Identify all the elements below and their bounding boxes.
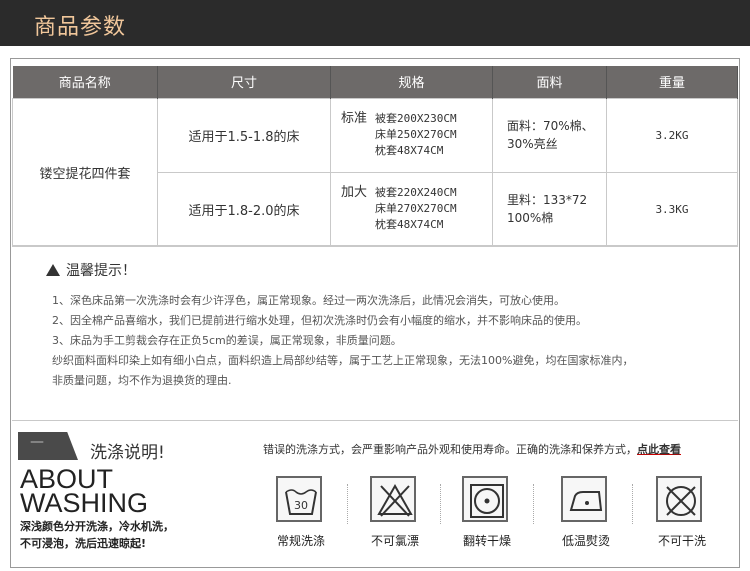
spec-cell: 标准 被套200X230CM 床单250X270CM 枕套48X74CM <box>330 97 493 173</box>
no-dry-clean-icon <box>656 476 702 522</box>
wash-title: 洗涤说明! <box>90 443 165 463</box>
spec-line: 被套200X230CM <box>375 112 457 125</box>
advice-line: 不可浸泡，洗后迅速晾起! <box>20 537 147 550</box>
spec-line: 床单270X270CM <box>375 202 457 215</box>
tip-line: 2、因全棉产品喜缩水，我们已提前进行缩水处理，但初次洗涤时仍会有小幅度的缩水，并… <box>52 314 587 327</box>
no-bleach-icon <box>370 476 416 522</box>
table-row: 镂空提花四件套 适用于1.5-1.8的床 标准 被套200X230CM 床单250X… <box>12 97 738 247</box>
divider <box>533 484 534 524</box>
weight-cell: 3.2KG <box>606 97 738 173</box>
about-line: WASHING <box>20 488 148 518</box>
warning-triangle-icon <box>46 264 60 276</box>
fabric-line: 30%亮丝 <box>507 137 558 151</box>
tip-line: 非质量问题，均不作为退换货的理由. <box>52 374 232 387</box>
spec-lines: 被套220X240CM 床单270X270CM 枕套48X74CM <box>375 185 457 233</box>
table-header-row: 商品名称 尺寸 规格 面料 重量 <box>12 66 738 98</box>
about-washing-heading: ABOUT WASHING <box>20 466 148 518</box>
col-header-weight: 重量 <box>606 66 738 98</box>
size-cell: 适用于1.5-1.8的床 <box>157 97 331 173</box>
fabric-line: 100%棉 <box>507 211 554 225</box>
tips-section: 温馨提示！ 1、深色床品第一次洗涤时会有少许浮色，属正常现象。经过一两次洗涤后，… <box>12 245 738 421</box>
banner-dash: — <box>30 434 44 450</box>
weight-cell: 3.3KG <box>606 171 738 247</box>
icon-label: 低温熨烫 <box>562 534 611 548</box>
divider <box>440 484 441 524</box>
advice-line: 深浅颜色分开洗涤，冷水机洗， <box>20 520 174 533</box>
spec-tag: 标准 <box>341 111 368 126</box>
fabric-line: 面料：70%棉、 <box>507 119 594 133</box>
col-header-size: 尺寸 <box>157 66 331 98</box>
view-details-link[interactable]: 点此查看 <box>637 443 681 456</box>
wash-note-text: 错误的洗涤方式，会严重影响产品外观和使用寿命。正确的洗涤和保养方式， <box>263 443 637 456</box>
icon-label: 不可干洗 <box>658 534 707 548</box>
divider <box>347 484 348 524</box>
header-title: 商品参数 <box>34 15 127 40</box>
tips-title: 温馨提示！ <box>46 260 136 280</box>
spec-line: 枕套48X74CM <box>375 218 444 231</box>
fabric-line: 里料：133*72 <box>507 193 588 207</box>
wash-30-icon: 30 <box>276 476 322 522</box>
col-header-fabric: 面料 <box>492 66 607 98</box>
divider <box>632 484 633 524</box>
tips-title-text: 温馨提示！ <box>66 263 136 279</box>
spec-cell: 加大 被套220X240CM 床单270X270CM 枕套48X74CM <box>330 171 493 247</box>
col-header-spec: 规格 <box>330 66 493 98</box>
spec-line: 床单250X270CM <box>375 128 457 141</box>
size-cell: 适用于1.8-2.0的床 <box>157 171 331 247</box>
tip-line: 纱织面料面料印染上如有细小白点，面料织造上局部纱结等，属于工艺上正常现象，无法1… <box>52 354 634 367</box>
spec-lines: 被套200X230CM 床单250X270CM 枕套48X74CM <box>375 111 457 159</box>
wash-temp-text: 30 <box>294 499 308 512</box>
wash-note: 错误的洗涤方式，会严重影响产品外观和使用寿命。正确的洗涤和保养方式，点此查看 <box>263 441 681 457</box>
fabric-cell: 里料：133*72 100%棉 <box>492 171 607 247</box>
col-header-name: 商品名称 <box>12 66 158 98</box>
page-header: 商品参数 <box>0 0 750 46</box>
spec-tag: 加大 <box>341 185 368 200</box>
spec-line: 被套220X240CM <box>375 186 457 199</box>
product-name-cell: 镂空提花四件套 <box>12 97 158 247</box>
icon-label: 不可氯漂 <box>371 534 420 548</box>
icon-label: 常规洗涤 <box>277 534 326 548</box>
low-iron-icon <box>561 476 607 522</box>
params-table: 商品名称 尺寸 规格 面料 重量 镂空提花四件套 适用于1.5-1.8的床 标准… <box>12 66 738 247</box>
fabric-cell: 面料：70%棉、 30%亮丝 <box>492 97 607 173</box>
tip-line: 1、深色床品第一次洗涤时会有少许浮色，属正常现象。经过一两次洗涤后，此情况会消失… <box>52 294 565 307</box>
icon-label: 翻转干燥 <box>463 534 512 548</box>
tip-line: 3、床品为手工剪裁会存在正负5cm的差误，属正常现象，非质量问题。 <box>52 334 402 347</box>
wash-advice: 深浅颜色分开洗涤，冷水机洗， 不可浸泡，洗后迅速晾起! <box>20 518 174 552</box>
tumble-dry-icon <box>462 476 508 522</box>
spec-line: 枕套48X74CM <box>375 144 444 157</box>
